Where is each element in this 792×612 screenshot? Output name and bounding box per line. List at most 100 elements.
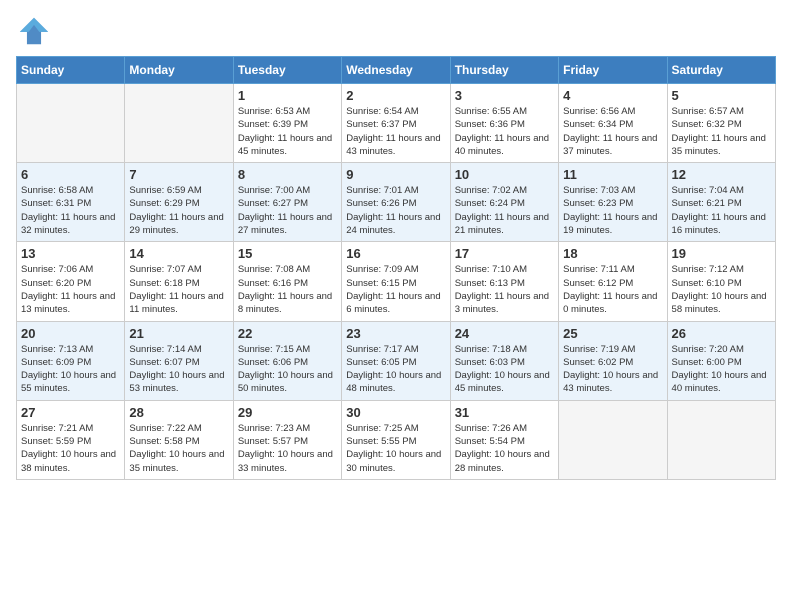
- day-number: 7: [129, 167, 228, 182]
- day-of-week-header: Sunday: [17, 57, 125, 84]
- day-info: Sunrise: 7:09 AMSunset: 6:15 PMDaylight:…: [346, 263, 445, 316]
- day-info: Sunrise: 7:02 AMSunset: 6:24 PMDaylight:…: [455, 184, 554, 237]
- day-of-week-header: Tuesday: [233, 57, 341, 84]
- calendar-day-cell: 10 Sunrise: 7:02 AMSunset: 6:24 PMDayligh…: [450, 163, 558, 242]
- day-info: Sunrise: 7:11 AMSunset: 6:12 PMDaylight:…: [563, 263, 662, 316]
- day-info: Sunrise: 7:13 AMSunset: 6:09 PMDaylight:…: [21, 343, 120, 396]
- day-number: 22: [238, 326, 337, 341]
- day-info: Sunrise: 7:12 AMSunset: 6:10 PMDaylight:…: [672, 263, 771, 316]
- day-number: 8: [238, 167, 337, 182]
- calendar-day-cell: 27 Sunrise: 7:21 AMSunset: 5:59 PMDayligh…: [17, 400, 125, 479]
- day-number: 12: [672, 167, 771, 182]
- day-number: 27: [21, 405, 120, 420]
- calendar-day-cell: 4Sunrise: 6:56 AMSunset: 6:34 PMDaylight…: [559, 84, 667, 163]
- day-info: Sunrise: 7:03 AMSunset: 6:23 PMDaylight:…: [563, 184, 662, 237]
- calendar-day-cell: 8 Sunrise: 7:00 AMSunset: 6:27 PMDaylight…: [233, 163, 341, 242]
- calendar-day-cell: 30Sunrise: 7:25 AMSunset: 5:55 PMDayligh…: [342, 400, 450, 479]
- day-number: 2: [346, 88, 445, 103]
- day-number: 26: [672, 326, 771, 341]
- day-number: 19: [672, 246, 771, 261]
- day-info: Sunrise: 7:01 AMSunset: 6:26 PMDaylight:…: [346, 184, 445, 237]
- page-header: [16, 16, 776, 46]
- day-info: Sunrise: 7:15 AMSunset: 6:06 PMDaylight:…: [238, 343, 337, 396]
- day-number: 17: [455, 246, 554, 261]
- day-number: 31: [455, 405, 554, 420]
- day-info: Sunrise: 6:59 AMSunset: 6:29 PMDaylight:…: [129, 184, 228, 237]
- calendar-day-cell: [125, 84, 233, 163]
- calendar-day-cell: 7 Sunrise: 6:59 AMSunset: 6:29 PMDaylight…: [125, 163, 233, 242]
- calendar-week-row: 20 Sunrise: 7:13 AMSunset: 6:09 PMDayligh…: [17, 321, 776, 400]
- day-number: 30: [346, 405, 445, 420]
- calendar-table: SundayMondayTuesdayWednesdayThursdayFrid…: [16, 56, 776, 480]
- calendar-day-cell: 1Sunrise: 6:53 AMSunset: 6:39 PMDaylight…: [233, 84, 341, 163]
- calendar-week-row: 13Sunrise: 7:06 AMSunset: 6:20 PMDayligh…: [17, 242, 776, 321]
- calendar-week-row: 27 Sunrise: 7:21 AMSunset: 5:59 PMDayligh…: [17, 400, 776, 479]
- calendar-day-cell: 6 Sunrise: 6:58 AMSunset: 6:31 PMDaylight…: [17, 163, 125, 242]
- calendar-day-cell: 9 Sunrise: 7:01 AMSunset: 6:26 PMDaylight…: [342, 163, 450, 242]
- calendar-day-cell: 22 Sunrise: 7:15 AMSunset: 6:06 PMDayligh…: [233, 321, 341, 400]
- calendar-day-cell: 19 Sunrise: 7:12 AMSunset: 6:10 PMDayligh…: [667, 242, 775, 321]
- calendar-day-cell: 23Sunrise: 7:17 AMSunset: 6:05 PMDayligh…: [342, 321, 450, 400]
- calendar-day-cell: 16 Sunrise: 7:09 AMSunset: 6:15 PMDayligh…: [342, 242, 450, 321]
- day-info: Sunrise: 7:04 AMSunset: 6:21 PMDaylight:…: [672, 184, 771, 237]
- logo: [16, 16, 56, 46]
- day-number: 11: [563, 167, 662, 182]
- logo-icon: [16, 16, 52, 46]
- calendar-body: 1Sunrise: 6:53 AMSunset: 6:39 PMDaylight…: [17, 84, 776, 480]
- day-info: Sunrise: 7:07 AMSunset: 6:18 PMDaylight:…: [129, 263, 228, 316]
- day-number: 21: [129, 326, 228, 341]
- days-of-week-row: SundayMondayTuesdayWednesdayThursdayFrid…: [17, 57, 776, 84]
- day-info: Sunrise: 7:20 AMSunset: 6:00 PMDaylight:…: [672, 343, 771, 396]
- day-number: 6: [21, 167, 120, 182]
- day-info: Sunrise: 7:21 AMSunset: 5:59 PMDaylight:…: [21, 422, 120, 475]
- day-info: Sunrise: 7:08 AMSunset: 6:16 PMDaylight:…: [238, 263, 337, 316]
- calendar-day-cell: 3 Sunrise: 6:55 AMSunset: 6:36 PMDaylight…: [450, 84, 558, 163]
- calendar-day-cell: 29 Sunrise: 7:23 AMSunset: 5:57 PMDayligh…: [233, 400, 341, 479]
- day-info: Sunrise: 6:58 AMSunset: 6:31 PMDaylight:…: [21, 184, 120, 237]
- day-number: 5: [672, 88, 771, 103]
- day-info: Sunrise: 6:57 AMSunset: 6:32 PMDaylight:…: [672, 105, 771, 158]
- day-number: 9: [346, 167, 445, 182]
- day-number: 13: [21, 246, 120, 261]
- calendar-week-row: 1Sunrise: 6:53 AMSunset: 6:39 PMDaylight…: [17, 84, 776, 163]
- day-info: Sunrise: 7:17 AMSunset: 6:05 PMDaylight:…: [346, 343, 445, 396]
- day-number: 3: [455, 88, 554, 103]
- calendar-day-cell: 31 Sunrise: 7:26 AMSunset: 5:54 PMDayligh…: [450, 400, 558, 479]
- calendar-day-cell: 25Sunrise: 7:19 AMSunset: 6:02 PMDayligh…: [559, 321, 667, 400]
- day-info: Sunrise: 6:54 AMSunset: 6:37 PMDaylight:…: [346, 105, 445, 158]
- calendar-day-cell: 11 Sunrise: 7:03 AMSunset: 6:23 PMDayligh…: [559, 163, 667, 242]
- day-number: 4: [563, 88, 662, 103]
- day-number: 28: [129, 405, 228, 420]
- day-number: 20: [21, 326, 120, 341]
- day-of-week-header: Thursday: [450, 57, 558, 84]
- calendar-day-cell: 28 Sunrise: 7:22 AMSunset: 5:58 PMDayligh…: [125, 400, 233, 479]
- day-info: Sunrise: 7:23 AMSunset: 5:57 PMDaylight:…: [238, 422, 337, 475]
- calendar-day-cell: 2 Sunrise: 6:54 AMSunset: 6:37 PMDaylight…: [342, 84, 450, 163]
- day-info: Sunrise: 7:22 AMSunset: 5:58 PMDaylight:…: [129, 422, 228, 475]
- day-of-week-header: Friday: [559, 57, 667, 84]
- calendar-day-cell: 24 Sunrise: 7:18 AMSunset: 6:03 PMDayligh…: [450, 321, 558, 400]
- day-number: 29: [238, 405, 337, 420]
- calendar-day-cell: [559, 400, 667, 479]
- calendar-day-cell: 18Sunrise: 7:11 AMSunset: 6:12 PMDayligh…: [559, 242, 667, 321]
- day-of-week-header: Monday: [125, 57, 233, 84]
- day-info: Sunrise: 7:26 AMSunset: 5:54 PMDaylight:…: [455, 422, 554, 475]
- day-info: Sunrise: 6:55 AMSunset: 6:36 PMDaylight:…: [455, 105, 554, 158]
- calendar-day-cell: 5 Sunrise: 6:57 AMSunset: 6:32 PMDaylight…: [667, 84, 775, 163]
- calendar-day-cell: 21Sunrise: 7:14 AMSunset: 6:07 PMDayligh…: [125, 321, 233, 400]
- day-number: 24: [455, 326, 554, 341]
- calendar-day-cell: 12 Sunrise: 7:04 AMSunset: 6:21 PMDayligh…: [667, 163, 775, 242]
- day-info: Sunrise: 7:10 AMSunset: 6:13 PMDaylight:…: [455, 263, 554, 316]
- day-number: 10: [455, 167, 554, 182]
- calendar-day-cell: [17, 84, 125, 163]
- day-of-week-header: Saturday: [667, 57, 775, 84]
- day-info: Sunrise: 7:18 AMSunset: 6:03 PMDaylight:…: [455, 343, 554, 396]
- day-of-week-header: Wednesday: [342, 57, 450, 84]
- day-info: Sunrise: 7:00 AMSunset: 6:27 PMDaylight:…: [238, 184, 337, 237]
- calendar-day-cell: 13Sunrise: 7:06 AMSunset: 6:20 PMDayligh…: [17, 242, 125, 321]
- day-number: 16: [346, 246, 445, 261]
- day-number: 1: [238, 88, 337, 103]
- calendar-day-cell: [667, 400, 775, 479]
- calendar-day-cell: 14Sunrise: 7:07 AMSunset: 6:18 PMDayligh…: [125, 242, 233, 321]
- calendar-day-cell: 17 Sunrise: 7:10 AMSunset: 6:13 PMDayligh…: [450, 242, 558, 321]
